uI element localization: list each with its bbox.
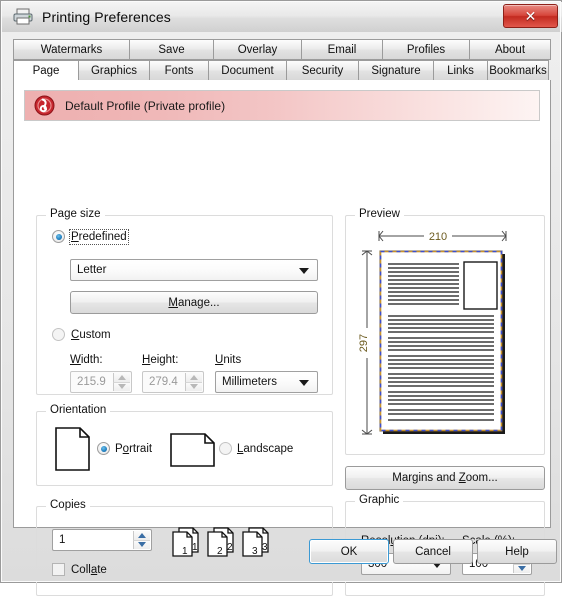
page-size-title: Page size [46, 208, 105, 220]
page-preset-value: Letter [77, 264, 107, 276]
width-value: 215.9 [77, 376, 106, 388]
predefined-radio[interactable] [52, 230, 65, 243]
profile-label: Default Profile (Private profile) [65, 98, 226, 113]
tab-fonts[interactable]: Fonts [149, 60, 209, 81]
printing-preferences-window: Printing Preferences ✕ Watermarks Save O… [0, 0, 562, 596]
portrait-label: Portrait [115, 442, 153, 455]
width-spin-up[interactable] [113, 373, 130, 382]
tab-overlay[interactable]: Overlay [213, 39, 302, 60]
predefined-label-rest: redefined [78, 230, 127, 243]
tab-watermarks[interactable]: Watermarks [13, 39, 130, 60]
tab-profiles[interactable]: Profiles [382, 39, 470, 60]
tab-bar: Watermarks Save Overlay Email Profiles A… [13, 39, 551, 81]
tab-bookmarks[interactable]: Bookmarks [487, 60, 549, 81]
landscape-radio[interactable] [219, 442, 232, 455]
height-value: 279.4 [149, 376, 178, 388]
window-title: Printing Preferences [42, 9, 171, 25]
tab-row-upper: Watermarks Save Overlay Email Profiles A… [13, 39, 551, 60]
portrait-radio[interactable] [97, 442, 110, 455]
units-label: Units [215, 354, 242, 366]
chevron-down-icon [299, 268, 309, 274]
margins-and-zoom-button[interactable]: Margins and Zoom... [345, 466, 545, 490]
close-button[interactable]: ✕ [503, 4, 558, 28]
tab-links[interactable]: Links [433, 60, 488, 81]
orientation-title: Orientation [46, 404, 111, 416]
height-spin-up[interactable] [185, 373, 202, 382]
tab-graphics[interactable]: Graphics [78, 60, 150, 81]
cancel-button[interactable]: Cancel [393, 539, 473, 564]
orientation-group: Orientation Portrait Landscape [36, 404, 333, 486]
chevron-down-icon [299, 380, 309, 386]
tab-save[interactable]: Save [129, 39, 214, 60]
custom-radio-row[interactable]: Custom [52, 328, 111, 341]
dialog-button-bar: OK Cancel Help [1, 537, 562, 567]
portrait-page-icon [55, 427, 90, 471]
custom-label: Custom [71, 328, 111, 341]
printer-icon [13, 8, 33, 25]
height-label: Height: [142, 354, 179, 366]
preview-image-box [463, 261, 498, 310]
profile-banner[interactable]: Default Profile (Private profile) [24, 90, 540, 121]
predefined-radio-row[interactable]: Predefined [52, 228, 129, 245]
title-bar: Printing Preferences ✕ [2, 2, 562, 32]
tab-row-lower: Page Graphics Fonts Document Security Si… [13, 60, 551, 81]
height-spinner[interactable]: 279.4 [142, 371, 204, 393]
preview-width-dim: 210 [429, 231, 447, 243]
copies-title: Copies [46, 499, 90, 511]
graphic-title: Graphic [355, 494, 404, 506]
predefined-label: Predefined [69, 228, 129, 245]
tab-signature[interactable]: Signature [358, 60, 434, 81]
landscape-label: Landscape [237, 442, 294, 455]
page-preview: 210 297 [358, 229, 507, 435]
help-button[interactable]: Help [477, 539, 557, 564]
width-spinner[interactable]: 215.9 [70, 371, 132, 393]
landscape-radio-row[interactable]: Landscape [219, 442, 293, 455]
page-preset-combo[interactable]: Letter [70, 259, 318, 281]
tab-security[interactable]: Security [286, 60, 359, 81]
height-spin-down[interactable] [185, 381, 202, 391]
units-value: Millimeters [222, 376, 277, 388]
portrait-radio-row[interactable]: Portrait [97, 442, 152, 455]
page-size-group: Page size Predefined Letter Manage... Cu… [36, 208, 333, 395]
landscape-page-icon [170, 433, 215, 467]
width-label: Width: [70, 354, 103, 366]
manage-button[interactable]: Manage... [70, 291, 318, 314]
units-combo[interactable]: Millimeters [215, 371, 318, 393]
tab-page[interactable]: Page [13, 60, 79, 81]
ok-button[interactable]: OK [309, 539, 389, 564]
profile-icon [34, 95, 55, 116]
tab-email[interactable]: Email [301, 39, 383, 60]
height-spinner-buttons[interactable] [185, 373, 202, 391]
tab-document[interactable]: Document [208, 60, 287, 81]
custom-radio[interactable] [52, 328, 65, 341]
tab-about[interactable]: About [469, 39, 551, 60]
page-tab-panel: Default Profile (Private profile) Page s… [13, 80, 551, 596]
width-spin-down[interactable] [113, 381, 130, 391]
preview-group: Preview 210 297 [345, 208, 545, 455]
width-spinner-buttons[interactable] [113, 373, 130, 391]
preview-height-dim: 297 [358, 334, 370, 352]
